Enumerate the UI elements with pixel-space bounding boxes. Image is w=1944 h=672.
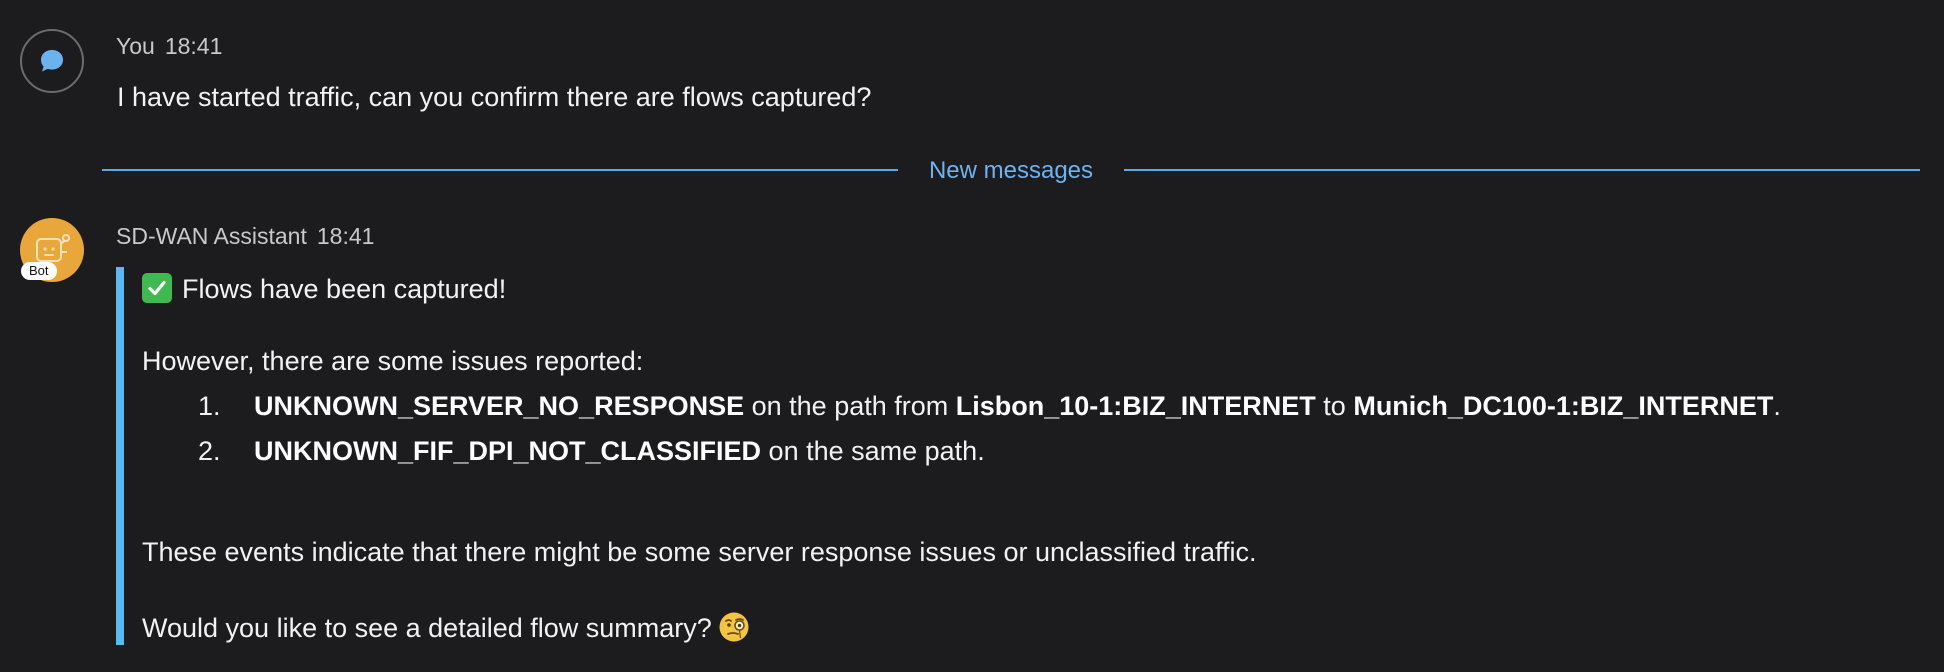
user-author-name[interactable]: You: [116, 33, 155, 59]
issue-text-part: on the path from: [744, 391, 956, 421]
check-mark-icon: [142, 273, 172, 303]
user-message-text: I have started traffic, can you confirm …: [117, 82, 872, 112]
chat-bubble-icon: [41, 50, 63, 72]
issue-text: UNKNOWN_SERVER_NO_RESPONSE on the path f…: [254, 391, 1781, 422]
issue-destination-path: Munich_DC100-1:BIZ_INTERNET: [1353, 391, 1774, 421]
issue-text-part: .: [1773, 391, 1781, 421]
bot-message-question: Would you like to see a detailed flow su…: [142, 613, 712, 643]
bot-author-name[interactable]: SD-WAN Assistant: [116, 223, 307, 249]
issue-text-part: on the same path.: [761, 436, 985, 466]
bot-badge: Bot: [21, 262, 57, 280]
bot-message-explanation: These events indicate that there might b…: [142, 537, 1257, 567]
bot-message-question-line: Would you like to see a detailed flow su…: [142, 611, 749, 644]
issue-code: UNKNOWN_SERVER_NO_RESPONSE: [254, 391, 745, 421]
issue-text-part: to: [1315, 391, 1354, 421]
issue-number: 2.: [198, 436, 221, 466]
user-avatar[interactable]: [20, 29, 84, 93]
bot-message-headline-line: Flows have been captured!: [142, 273, 506, 305]
issue-source-path: Lisbon_10-1:BIZ_INTERNET: [955, 391, 1316, 421]
new-messages-divider-label: New messages: [928, 157, 1094, 184]
bot-message-intro: However, there are some issues reported:: [142, 346, 644, 376]
issue-code: UNKNOWN_FIF_DPI_NOT_CLASSIFIED: [254, 436, 762, 466]
new-messages-divider-line-right: [1124, 169, 1920, 171]
user-message-time: 18:41: [164, 33, 223, 59]
issue-text: UNKNOWN_FIF_DPI_NOT_CLASSIFIED on the sa…: [254, 436, 985, 467]
monocle-face-icon: [718, 611, 749, 642]
bot-message-header: SD-WAN Assistant 18:41: [116, 223, 374, 250]
bot-message-time: 18:41: [316, 223, 375, 249]
issue-number: 1.: [198, 391, 221, 421]
new-messages-divider-line-left: [102, 169, 898, 171]
bot-message-headline: Flows have been captured!: [182, 274, 507, 304]
user-message-header: You 18:41: [116, 33, 222, 60]
bot-message-quote-bar: [116, 267, 124, 645]
